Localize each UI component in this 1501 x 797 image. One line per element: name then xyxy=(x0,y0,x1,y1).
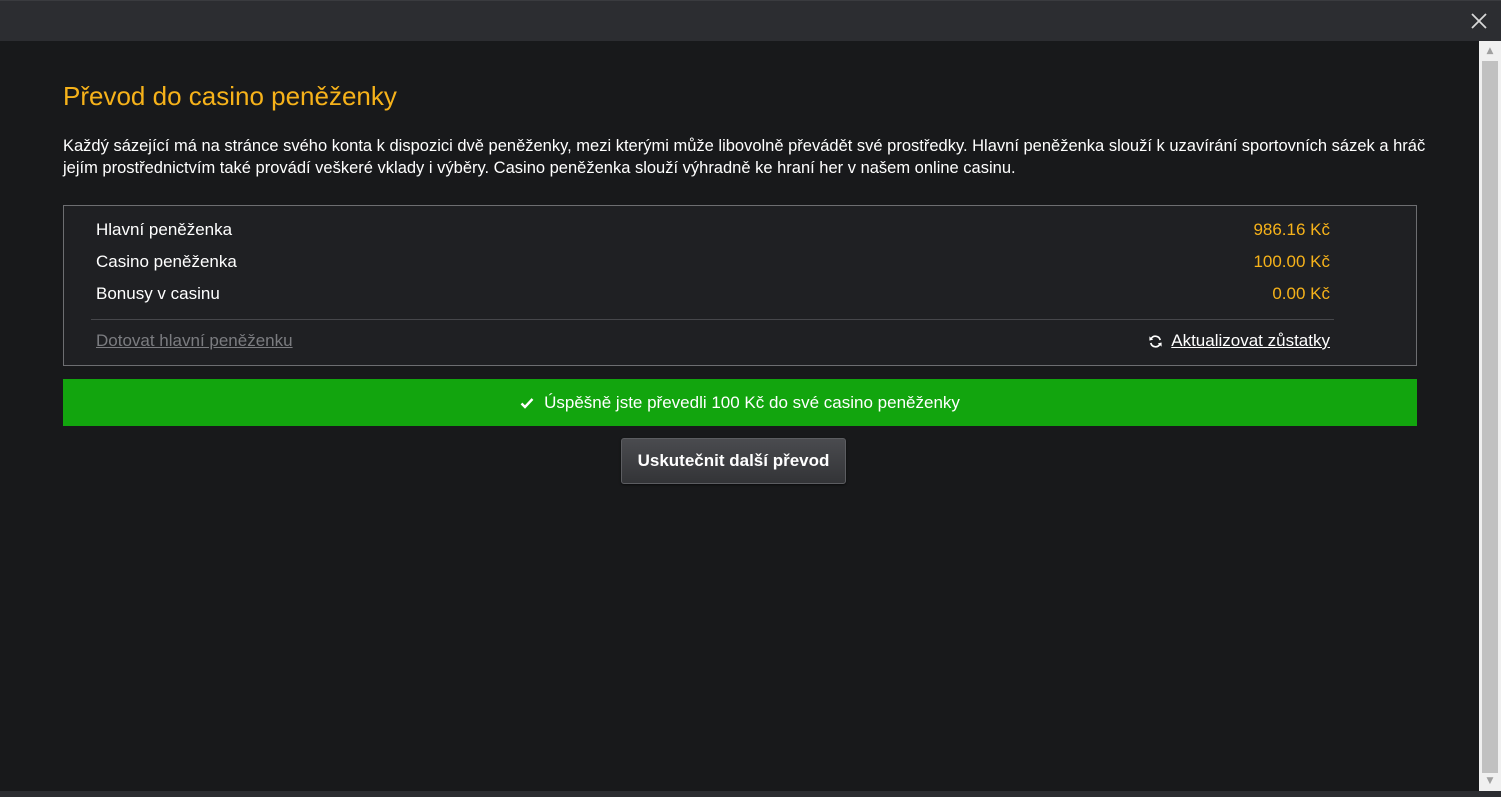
page-title: Převod do casino peněženky xyxy=(63,81,397,111)
wallet-label: Hlavní peněženka xyxy=(96,220,233,239)
check-icon xyxy=(520,397,534,409)
success-alert: Úspěšně jste převedli 100 Kč do své casi… xyxy=(63,379,1417,426)
wallet-summary-box: Hlavní peněženka 986.16 Kč Casino peněže… xyxy=(63,205,1417,366)
wallet-row-casino: Casino peněženka 100.00 Kč xyxy=(96,250,1330,274)
scroll-up-arrow-icon[interactable]: ▲ xyxy=(1483,44,1497,58)
wallet-balance: 100.00 Kč xyxy=(1253,252,1330,271)
modal-footer-bar xyxy=(0,791,1501,797)
divider xyxy=(91,319,1334,320)
wallet-row-main: Hlavní peněženka 986.16 Kč xyxy=(96,218,1330,242)
modal-header-bar xyxy=(0,0,1501,41)
vertical-scrollbar[interactable]: ▲ ▼ xyxy=(1479,41,1501,791)
wallet-label: Casino peněženka xyxy=(96,252,237,271)
close-icon xyxy=(1471,13,1487,29)
scroll-down-arrow-icon[interactable]: ▼ xyxy=(1483,774,1497,788)
wallet-label: Bonusy v casinu xyxy=(96,284,220,303)
refresh-balances-link[interactable]: Aktualizovat zůstatky xyxy=(1148,331,1330,351)
scroll-thumb[interactable] xyxy=(1482,61,1498,773)
wallet-row-bonus: Bonusy v casinu 0.00 Kč xyxy=(96,282,1330,306)
close-button[interactable] xyxy=(1469,11,1489,31)
wallet-balance: 986.16 Kč xyxy=(1253,220,1330,239)
make-another-transfer-button[interactable]: Uskutečnit další převod xyxy=(621,438,846,484)
modal-content: Převod do casino peněženky Každý sázejíc… xyxy=(0,41,1479,791)
intro-text: Každý sázející má na stránce svého konta… xyxy=(63,137,1426,177)
wallet-balance: 0.00 Kč xyxy=(1272,284,1330,303)
refresh-label: Aktualizovat zůstatky xyxy=(1171,331,1330,350)
success-message: Úspěšně jste převedli 100 Kč do své casi… xyxy=(544,392,960,412)
topup-main-wallet-link[interactable]: Dotovat hlavní peněženku xyxy=(96,331,293,351)
refresh-icon xyxy=(1149,334,1162,348)
